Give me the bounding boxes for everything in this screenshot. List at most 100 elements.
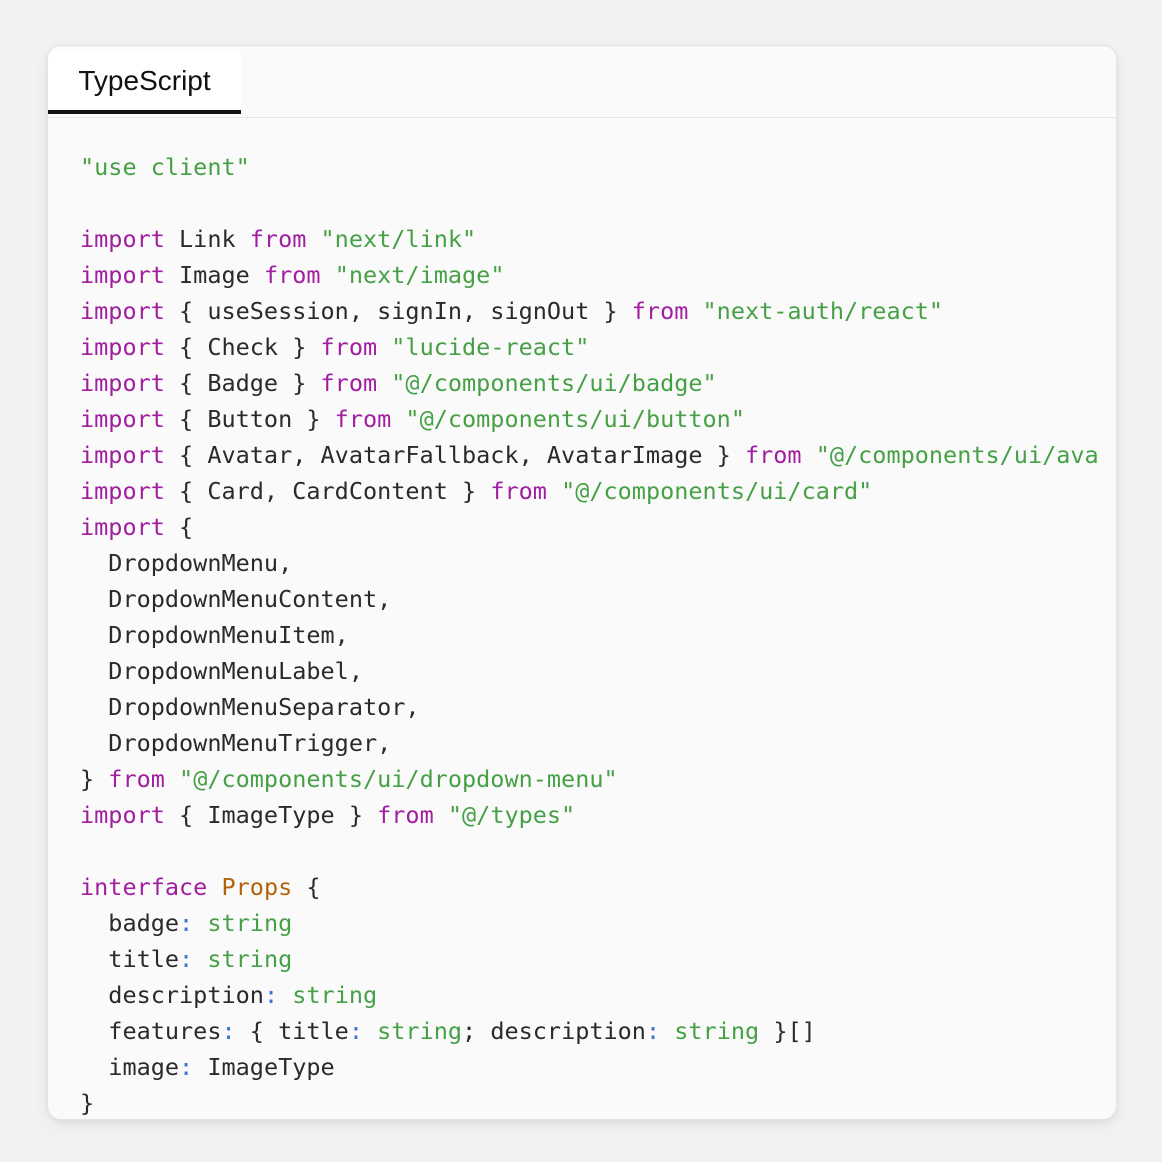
code-line: DropdownMenuLabel, xyxy=(80,653,1099,689)
string-token: "use client" xyxy=(80,153,250,181)
string-token: "@/types" xyxy=(447,801,576,829)
text-token: DropdownMenuItem, xyxy=(80,621,349,649)
text-token: description xyxy=(80,981,264,1009)
code-line: import { Badge } from "@/components/ui/b… xyxy=(80,365,1099,401)
string-token: "@/components/ui/ava xyxy=(815,441,1099,469)
string-token: "lucide-react" xyxy=(391,333,590,361)
keyword-token: from xyxy=(320,369,378,397)
text-token: title xyxy=(80,945,180,973)
keyword-token: import xyxy=(80,225,165,253)
keyword-token: import xyxy=(80,801,165,829)
string-token: "next-auth/react" xyxy=(702,297,944,325)
punctuation-token: : xyxy=(348,1017,363,1045)
text-token: { ImageType } xyxy=(164,801,378,829)
text-token: ; description xyxy=(462,1017,646,1045)
string-token: string xyxy=(674,1017,760,1045)
code-line: interface Props { xyxy=(80,869,1099,905)
type-token: Props xyxy=(221,873,293,901)
code-line: DropdownMenu, xyxy=(80,545,1099,581)
string-token: string xyxy=(292,981,378,1009)
code-line: import Link from "next/link" xyxy=(80,221,1099,257)
code-line: import { Avatar, AvatarFallback, AvatarI… xyxy=(80,437,1099,473)
keyword-token: from xyxy=(631,297,689,325)
code-line: import { ImageType } from "@/types" xyxy=(80,797,1099,833)
code-line: badge: string xyxy=(80,905,1099,941)
keyword-token: from xyxy=(263,261,321,289)
text-token: { xyxy=(164,513,194,541)
keyword-token: from xyxy=(490,477,547,505)
keyword-token: from xyxy=(334,405,392,433)
code-line: import { Check } from "lucide-react" xyxy=(80,329,1099,365)
text-token: features xyxy=(80,1017,222,1045)
text-token: DropdownMenuLabel, xyxy=(80,657,363,685)
keyword-token: import xyxy=(80,513,165,541)
code-line: features: { title: string; description: … xyxy=(80,1013,1099,1049)
punctuation-token: : xyxy=(179,909,194,937)
keyword-token: from xyxy=(320,333,378,361)
code-line: } from "@/components/ui/dropdown-menu" xyxy=(80,761,1099,797)
keyword-token: from xyxy=(744,441,802,469)
text-token: { Card, CardContent } xyxy=(164,477,491,505)
keyword-token: interface xyxy=(80,873,208,901)
text-token: badge xyxy=(80,909,180,937)
keyword-token: from xyxy=(108,765,165,793)
string-token: "next/image" xyxy=(334,261,505,289)
text-token: Link xyxy=(164,225,250,253)
string-token: "next/link" xyxy=(320,225,477,253)
text-token: { xyxy=(292,873,321,901)
text-token: image xyxy=(80,1053,180,1081)
code-line: import Image from "next/image" xyxy=(80,257,1099,293)
text-token: Image xyxy=(164,261,264,289)
text-token: { Button } xyxy=(164,405,335,433)
punctuation-token: : xyxy=(179,945,194,973)
code-line: "use client" xyxy=(80,149,1099,185)
tab-typescript[interactable]: TypeScript xyxy=(48,51,241,114)
keyword-token: from xyxy=(377,801,434,829)
text-token: }[] xyxy=(759,1017,816,1045)
text-token: ImageType xyxy=(193,1053,335,1081)
code-line: DropdownMenuTrigger, xyxy=(80,725,1099,761)
string-token: "@/components/ui/button" xyxy=(405,405,745,433)
string-token: string xyxy=(377,1017,463,1045)
text-token: DropdownMenu, xyxy=(80,549,293,577)
string-token: string xyxy=(207,945,293,973)
punctuation-token: : xyxy=(221,1017,236,1045)
punctuation-token: : xyxy=(645,1017,661,1045)
code-line: DropdownMenuSeparator, xyxy=(80,689,1099,725)
code-line: DropdownMenuContent, xyxy=(80,581,1099,617)
text-token: DropdownMenuTrigger, xyxy=(80,729,392,757)
keyword-token: from xyxy=(249,225,307,253)
string-token: "@/components/ui/badge" xyxy=(391,369,717,397)
text-token: { Avatar, AvatarFallback, AvatarImage } xyxy=(164,441,745,469)
code-line: import { Card, CardContent } from "@/com… xyxy=(80,473,1099,509)
text-token: { Badge } xyxy=(164,369,321,397)
punctuation-token: : xyxy=(179,1053,194,1081)
code-line: title: string xyxy=(80,941,1099,977)
code-line: } xyxy=(80,1085,1099,1119)
language-tab-bar: TypeScript xyxy=(48,46,1116,118)
code-content[interactable]: "use client" import Link from "next/link… xyxy=(80,149,1099,1119)
punctuation-token: : xyxy=(263,981,279,1009)
code-line: image: ImageType xyxy=(80,1049,1099,1085)
code-block-panel: TypeScript "use client" import Link from… xyxy=(47,45,1117,1120)
text-token: { useSession, signIn, signOut } xyxy=(164,297,632,325)
code-line: import { xyxy=(80,509,1099,545)
keyword-token: import xyxy=(80,333,165,361)
